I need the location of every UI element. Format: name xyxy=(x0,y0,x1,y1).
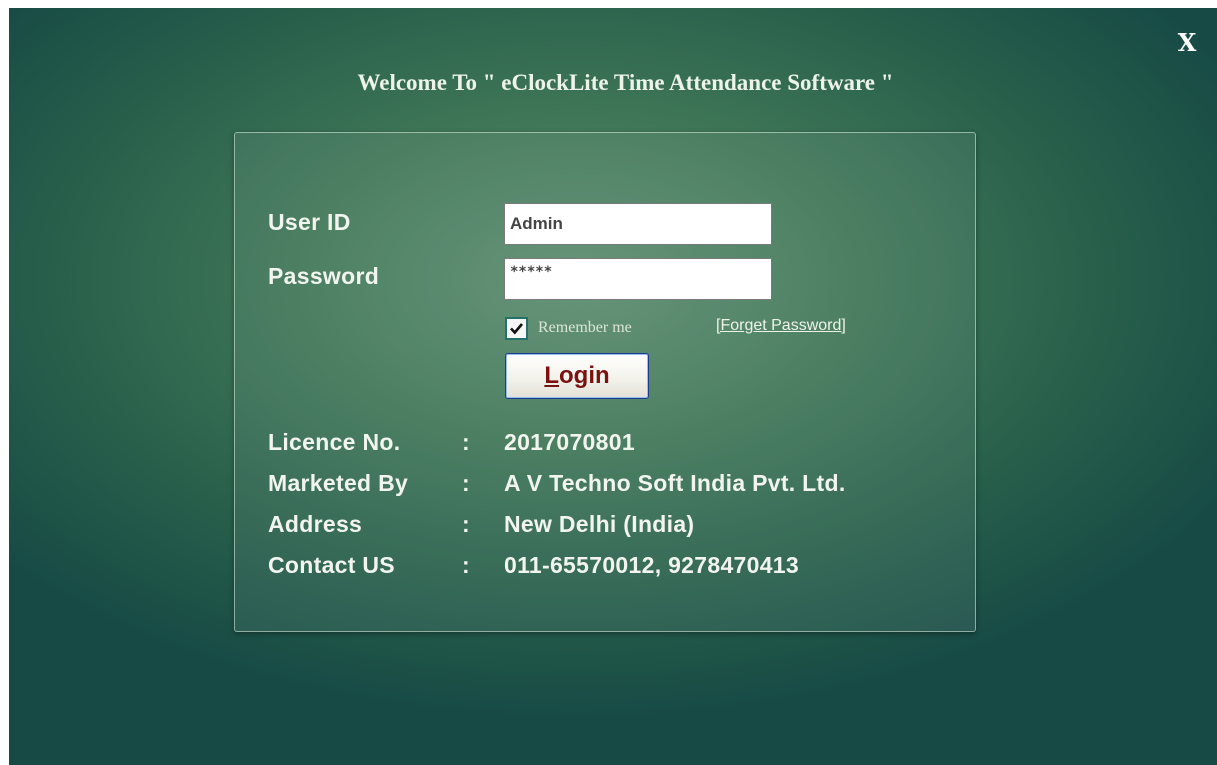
marketed-by-colon: : xyxy=(462,470,470,496)
password-label: Password xyxy=(268,263,380,289)
contact-colon: : xyxy=(462,552,470,578)
contact-value: 011-65570012, 9278470413 xyxy=(504,552,799,578)
remember-me-checkbox[interactable] xyxy=(505,317,528,340)
user-id-label: User ID xyxy=(268,209,351,235)
marketed-by-label: Marketed By xyxy=(268,470,409,496)
address-label: Address xyxy=(268,511,363,537)
licence-value: 2017070801 xyxy=(504,429,635,455)
remember-me-label[interactable]: Remember me xyxy=(538,319,632,337)
welcome-title: Welcome To " eClockLite Time Attendance … xyxy=(357,70,894,95)
contact-label: Contact US xyxy=(268,552,395,578)
close-button[interactable]: X xyxy=(1172,28,1202,58)
login-button[interactable]: Login xyxy=(505,353,649,399)
login-panel: User ID Password Remember me [Forget Pas… xyxy=(234,132,976,632)
licence-label: Licence No. xyxy=(268,429,401,455)
licence-colon: : xyxy=(462,429,470,455)
marketed-by-value: A V Techno Soft India Pvt. Ltd. xyxy=(504,470,846,496)
address-colon: : xyxy=(462,511,470,537)
login-button-mnemonic: L xyxy=(544,362,559,389)
password-input[interactable] xyxy=(504,258,772,300)
forget-password-link[interactable]: [Forget Password] xyxy=(716,317,846,335)
login-button-label: ogin xyxy=(559,362,610,389)
screen: X Welcome To " eClockLite Time Attendanc… xyxy=(0,0,1217,765)
address-value: New Delhi (India) xyxy=(504,511,695,537)
checkmark-icon xyxy=(510,323,523,335)
user-id-input[interactable] xyxy=(504,203,772,245)
login-window: X Welcome To " eClockLite Time Attendanc… xyxy=(9,8,1217,765)
